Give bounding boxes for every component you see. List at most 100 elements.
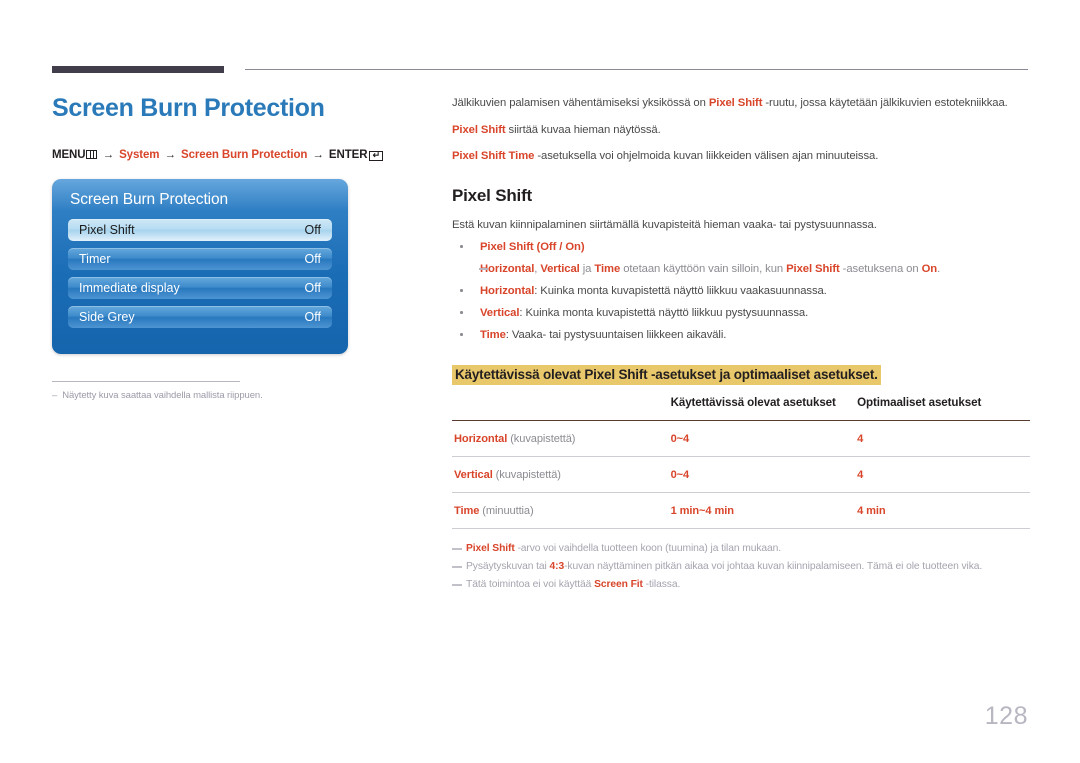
breadcrumb: MENU → System → Screen Burn Protection →…: [52, 149, 422, 161]
table-row-2-optimal: 4 min: [855, 492, 1030, 529]
intro-p2-part-b: siirtää kuvaa hieman näytössä.: [505, 123, 661, 136]
bullet-2-term: Horizontal: [480, 285, 535, 298]
table-head: Käytettävissä olevat asetukset Optimaali…: [452, 391, 1030, 421]
footnote-3-text-a: Tätä toimintoa ei voi käyttää: [466, 578, 595, 590]
left-footnote: – Näytetty kuva saattaa vaihdella mallist…: [52, 390, 422, 401]
left-footnote-dash: –: [52, 389, 58, 401]
breadcrumb-item-screen-burn-protection[interactable]: Screen Burn Protection: [181, 149, 307, 161]
table-cell-name: Horizontal (kuvapistettä): [452, 420, 669, 457]
table-row-2-name: Time: [454, 504, 480, 517]
table-row-1-optimal: 4: [855, 456, 1030, 493]
osd-row-value: Off: [304, 309, 321, 324]
footnote-3: Tätä toimintoa ei voi käyttää Screen Fit…: [452, 579, 1030, 590]
subnote-text-2: -asetuksena on: [839, 263, 922, 276]
osd-row-value: Off: [304, 280, 321, 295]
osd-menu-title: Screen Burn Protection: [70, 190, 229, 208]
breadcrumb-arrow-1: →: [102, 148, 115, 161]
table-col-header-2: Käytettävissä olevat asetukset: [668, 391, 856, 421]
subnote-term-on: On: [921, 263, 938, 276]
intro-p3-part-b: -asetuksella voi ohjelmoida kuvan liikke…: [534, 150, 879, 163]
footnote-1-term: Pixel Shift: [466, 542, 515, 554]
subnote-term-pixel-shift: Pixel Shift: [786, 263, 840, 276]
footnote-3-term: Screen Fit: [594, 578, 643, 590]
footnotes: Pixel Shift -arvo voi vaihdella tuotteen…: [452, 543, 1030, 590]
page-title: Screen Burn Protection: [52, 94, 325, 122]
footnote-1: Pixel Shift -arvo voi vaihdella tuotteen…: [452, 543, 1030, 554]
footnote-2-text-c: -kuvan näyttäminen pitkän aikaa voi joht…: [564, 560, 983, 572]
table-cell-name: Time (minuuttia): [452, 492, 669, 529]
section-lead: Estä kuvan kiinnipalaminen siirtämällä k…: [452, 219, 877, 232]
breadcrumb-arrow-2: →: [164, 148, 177, 161]
breadcrumb-arrow-3: →: [312, 148, 324, 161]
subnote-period: .: [937, 263, 941, 276]
bullet-1-term: Pixel Shift: [480, 241, 534, 254]
menu-grid-icon: [86, 149, 98, 159]
table-row: Horizontal (kuvapistettä) 0~4 4: [452, 420, 1030, 457]
osd-row-timer[interactable]: Timer Off: [68, 247, 332, 270]
footnote-2: Pysäytyskuvan tai 4:3-kuvan näyttäminen …: [452, 561, 1030, 572]
table-header-row: Käytettävissä olevat asetukset Optimaali…: [452, 391, 1030, 421]
table-heading: Käytettävissä olevat Pixel Shift -asetuk…: [452, 364, 881, 385]
intro-p1-part-a: Jälkikuvien palamisen vähentämiseksi yks…: [452, 97, 709, 109]
table-row: Time (minuuttia) 1 min~4 min 4 min: [452, 492, 1030, 529]
list-item: Horizontal: Kuinka monta kuvapistettä nä…: [452, 284, 1030, 298]
header-rules: [52, 66, 1028, 76]
intro-paragraph-1: Jälkikuvien palamisen vähentämiseksi yks…: [452, 96, 1030, 111]
subnote-term-horizontal: Horizontal: [480, 263, 535, 276]
footnote-2-term: 4:3: [549, 560, 565, 572]
footnote-dash-icon: [452, 583, 462, 586]
intro-p1-part-c: -ruutu, jossa käytetään jälkikuvien esto…: [762, 97, 1008, 109]
header-rule-thick: [52, 66, 224, 73]
footnote-1-text: -arvo voi vaihdella tuotteen koon (tuumi…: [514, 542, 782, 554]
left-footnote-divider: [52, 380, 240, 382]
right-column: Jälkikuvien palamisen vähentämiseksi yks…: [452, 96, 1030, 597]
footnote-2-text-a: Pysäytyskuvan tai: [466, 560, 550, 572]
subnote-term-vertical: Vertical: [540, 263, 580, 276]
bullet-dot-icon: [460, 311, 463, 314]
table-row-2-available: 1 min~4 min: [668, 492, 856, 529]
table-row-0-name: Horizontal: [454, 432, 508, 445]
bullet-1-rest: (Off / On): [533, 241, 585, 254]
subnote-dash-icon: [479, 268, 488, 271]
table-row-1-available: 0~4: [668, 456, 856, 493]
section-title: Pixel Shift: [452, 186, 532, 206]
left-footnote-text: Näytetty kuva saattaa vaihdella mallista…: [62, 389, 263, 401]
bullet-2-rest: : Kuinka monta kuvapistettä näyttö liikk…: [534, 285, 827, 298]
intro-p2-term: Pixel Shift: [452, 123, 506, 136]
table-row-0-unit: (kuvapistettä): [507, 432, 576, 445]
intro-p3-term: Pixel Shift Time: [452, 150, 535, 163]
subnote-text-1: otetaan käyttöön vain silloin, kun: [620, 263, 787, 276]
osd-row-label: Side Grey: [79, 309, 135, 324]
table-row-0-available: 0~4: [668, 420, 856, 457]
table-body: Horizontal (kuvapistettä) 0~4 4 Vertical…: [452, 420, 1030, 529]
table-row-1-unit: (kuvapistettä): [492, 468, 561, 481]
bullet-3-term: Vertical: [480, 307, 520, 320]
osd-row-label: Immediate display: [79, 280, 180, 295]
page-number: 128: [984, 702, 1028, 730]
subnote-term-time: Time: [594, 263, 621, 276]
breadcrumb-item-system[interactable]: System: [119, 149, 159, 161]
breadcrumb-enter-label: ENTER: [328, 148, 368, 161]
footnote-dash-icon: [452, 547, 462, 550]
osd-row-pixel-shift[interactable]: Pixel Shift Off: [68, 218, 332, 241]
header-rule-thin: [245, 69, 1028, 70]
osd-row-value: Off: [304, 222, 321, 237]
table-row-1-name: Vertical: [454, 468, 493, 481]
table-cell-name: Vertical (kuvapistettä): [452, 456, 669, 493]
table-row: Vertical (kuvapistettä) 0~4 4: [452, 456, 1030, 493]
intro-p1-term: Pixel Shift: [708, 97, 763, 109]
intro-paragraph-3: Pixel Shift Time -asetuksella voi ohjelm…: [452, 149, 1030, 164]
list-item: Vertical: Kuinka monta kuvapistettä näyt…: [452, 306, 1030, 320]
bullet-3-rest: : Kuinka monta kuvapistettä näyttö liikk…: [519, 307, 809, 320]
osd-menu-rows: Pixel Shift Off Timer Off Immediate disp…: [52, 218, 348, 328]
osd-row-label: Timer: [79, 251, 111, 266]
osd-row-immediate-display[interactable]: Immediate display Off: [68, 276, 332, 299]
enter-key-icon: ↵: [369, 150, 384, 161]
table-row-2-unit: (minuuttia): [479, 504, 534, 517]
intro-paragraph-2: Pixel Shift siirtää kuvaa hieman näytöss…: [452, 123, 1030, 138]
footnote-3-text-c: -tilassa.: [642, 578, 681, 590]
subnote-sep-2: ja: [579, 263, 595, 276]
osd-row-side-grey[interactable]: Side Grey Off: [68, 305, 332, 328]
footnote-dash-icon: [452, 565, 462, 568]
bullet-4-term: Time: [480, 329, 506, 342]
